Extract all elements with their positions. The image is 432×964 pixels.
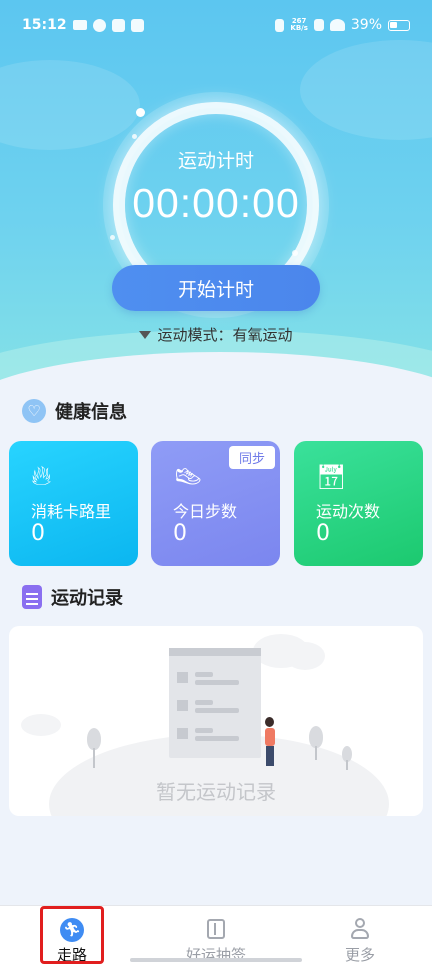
status-time: 15:12 — [22, 17, 67, 33]
exercise-count-value: 0 — [316, 521, 330, 546]
health-section-header: 健康信息 — [22, 398, 127, 424]
timer-label: 运动计时 — [177, 150, 254, 172]
exercise-count-label: 运动次数 — [316, 502, 381, 521]
wifi-icon — [329, 19, 345, 31]
steps-value: 0 — [173, 521, 187, 546]
exercise-mode-text: 运动模式：有氧运动 — [157, 326, 293, 344]
user-icon — [351, 918, 369, 940]
check-icon — [92, 18, 106, 32]
battery-percent: 39% — [350, 17, 382, 33]
status-bar: 15:12 267 KB/s 39% — [0, 0, 432, 50]
calendar-plus-icon: 📅︎ — [316, 463, 347, 491]
person-illustration — [265, 717, 274, 727]
calories-card[interactable]: 🔥︎ 消耗卡路里 0 — [9, 441, 138, 566]
exercise-count-card[interactable]: 📅︎ 运动次数 0 — [294, 441, 423, 566]
sync-button[interactable]: 同步 — [228, 446, 275, 469]
calories-value: 0 — [31, 521, 45, 546]
bottom-nav: 🏃︎ 走路 好运抽签 更多 — [0, 905, 432, 964]
walk-icon: 🏃︎ — [60, 918, 84, 942]
nav-more-label: 更多 — [344, 946, 375, 964]
network-speed: 267 KB/s — [290, 17, 308, 32]
steps-card[interactable]: 同步 👟︎ 今日步数 0 — [151, 441, 280, 566]
health-section-title: 健康信息 — [55, 402, 127, 423]
nav-item-fortune[interactable]: 好运抽签 — [166, 906, 266, 964]
sim-icon — [313, 19, 324, 31]
records-panel: 暂无运动记录 — [9, 626, 423, 816]
play-app-icon — [111, 18, 125, 32]
steps-label: 今日步数 — [173, 502, 238, 521]
mail-icon — [130, 18, 144, 32]
caret-down-icon — [139, 330, 152, 339]
records-section-title: 运动记录 — [51, 588, 123, 609]
empty-records-text: 暂无运动记录 — [156, 780, 276, 804]
start-timer-button[interactable]: 开始计时 — [112, 265, 320, 311]
records-section-header: 运动记录 — [22, 584, 123, 610]
nav-item-more[interactable]: 更多 — [310, 906, 410, 964]
timer-hero: 15:12 267 KB/s 39% 运动计时 00:00:00 开始计时 运动模… — [0, 0, 432, 400]
clipboard-icon — [22, 585, 42, 609]
nav-item-walk[interactable]: 🏃︎ 走路 — [22, 906, 122, 964]
battery-icon — [388, 19, 410, 31]
crown-icon — [72, 20, 87, 30]
heart-icon — [22, 399, 46, 423]
book-icon — [207, 919, 225, 939]
vibrate-icon — [275, 18, 285, 32]
exercise-mode-selector[interactable]: 运动模式：有氧运动 — [0, 324, 432, 345]
nav-walk-label: 走路 — [56, 946, 87, 964]
shoe-icon: 👟︎ — [173, 463, 204, 491]
flame-icon: 🔥︎ — [31, 459, 52, 492]
calories-label: 消耗卡路里 — [31, 502, 112, 521]
empty-document-illustration — [169, 648, 261, 758]
home-indicator — [130, 958, 302, 962]
timer-value: 00:00:00 — [132, 180, 300, 226]
